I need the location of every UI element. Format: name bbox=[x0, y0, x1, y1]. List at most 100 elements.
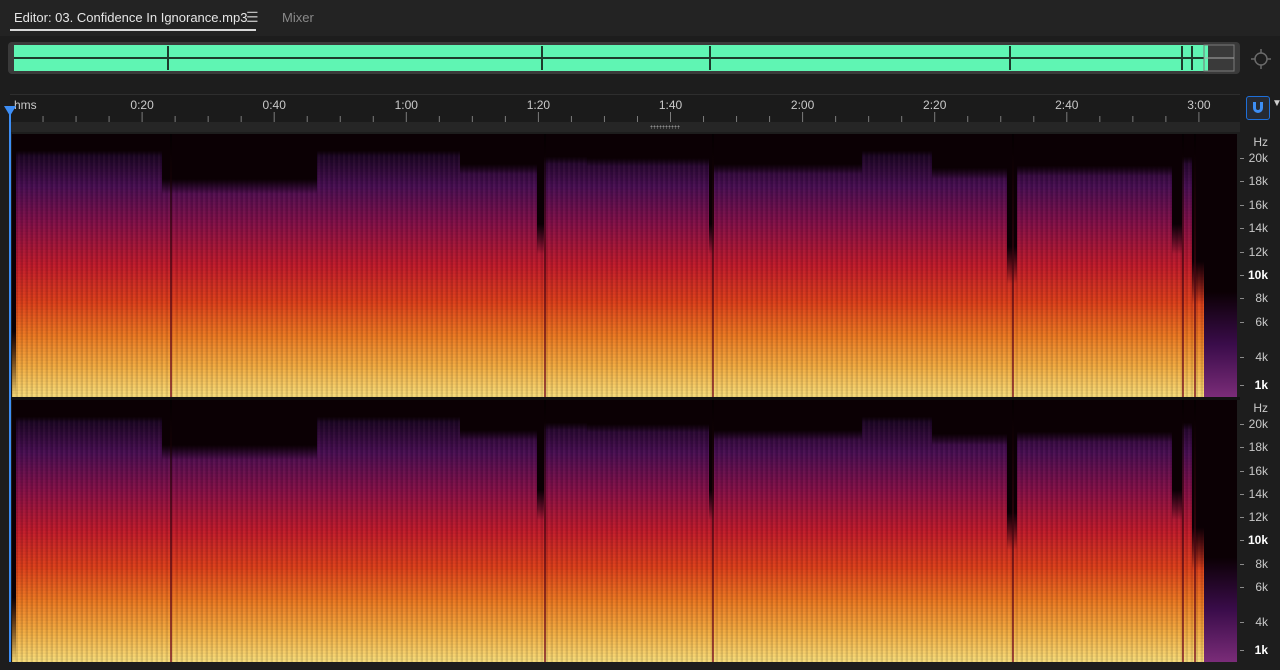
ruler-time-label: 2:20 bbox=[923, 98, 947, 112]
frequency-label: 6k bbox=[1255, 314, 1268, 329]
panel-splitter[interactable] bbox=[10, 122, 1240, 132]
ruler-time-label: 1:20 bbox=[527, 98, 551, 112]
spectrogram-channel-left[interactable] bbox=[12, 134, 1237, 397]
frequency-tick bbox=[1240, 251, 1244, 253]
spectrogram-transient-line bbox=[712, 400, 714, 662]
ruler-time-label: 2:00 bbox=[791, 98, 815, 112]
active-tab-underline bbox=[10, 29, 256, 31]
playhead-line[interactable] bbox=[9, 108, 11, 664]
frequency-label: 8k bbox=[1255, 291, 1268, 306]
frequency-label: 18k bbox=[1248, 174, 1268, 189]
frequency-tick bbox=[1240, 517, 1244, 518]
spectrogram-transient-line bbox=[1012, 400, 1014, 662]
spectrogram-silence-band bbox=[537, 134, 544, 254]
spectrogram-silence-band bbox=[317, 134, 395, 156]
spectrogram-silence-band bbox=[12, 400, 16, 662]
spectrogram-silence-band bbox=[932, 134, 1007, 179]
frequency-tick bbox=[1240, 385, 1244, 386]
spectrogram-transient-line bbox=[712, 134, 714, 397]
ruler-time-label: 0:20 bbox=[130, 98, 154, 112]
frequency-label: 20k bbox=[1248, 151, 1268, 165]
spectrogram-fade-out bbox=[1204, 400, 1237, 662]
frequency-label: 16k bbox=[1248, 463, 1268, 478]
spectrogram-silence-band bbox=[460, 134, 537, 174]
frequency-tick bbox=[1240, 158, 1244, 159]
frequency-axis-right: Hz 20k 18k 16k 14k 12k 10k 8k 6k 4k 1k bbox=[1240, 400, 1280, 662]
tab-mixer[interactable]: Mixer bbox=[282, 10, 314, 25]
frequency-label: 16k bbox=[1248, 197, 1268, 212]
frequency-tick bbox=[1240, 228, 1244, 230]
frequency-tick bbox=[1240, 447, 1244, 449]
frequency-label: 8k bbox=[1255, 556, 1268, 571]
spectrogram-silence-band bbox=[544, 134, 587, 164]
spectrogram-silence-band bbox=[1172, 400, 1182, 520]
spectrogram-silence-band bbox=[1017, 134, 1172, 176]
spectrogram-silence-band bbox=[862, 400, 932, 422]
frequency-label: 10k bbox=[1247, 533, 1268, 548]
frequency-label: 12k bbox=[1248, 244, 1268, 259]
splitter-grip-handle[interactable] bbox=[650, 125, 680, 129]
frequency-unit-label: Hz bbox=[1253, 401, 1268, 415]
frequency-tick bbox=[1240, 181, 1244, 183]
panel-scroll-indicator[interactable]: ▼ bbox=[1272, 98, 1280, 109]
spectrogram-transient-line bbox=[1182, 134, 1184, 397]
frequency-tick bbox=[1240, 470, 1244, 472]
spectrogram-transient-line bbox=[1194, 400, 1196, 662]
zoom-crosshair-icon[interactable] bbox=[1250, 48, 1272, 70]
tab-editor[interactable]: Editor: 03. Confidence In Ignorance.mp3 bbox=[14, 10, 247, 25]
ruler-time-label: 1:40 bbox=[659, 98, 683, 112]
spectrogram-silence-band bbox=[932, 400, 1007, 445]
frequency-label: 1k bbox=[1254, 643, 1268, 657]
time-ruler-scale: hms 0:20 0:40 1:00 1:20 1:40 2:00 2:20 2:40 3:00 bbox=[10, 98, 1211, 122]
frequency-tick bbox=[1240, 621, 1244, 623]
frequency-tick bbox=[1240, 298, 1244, 300]
spectrogram-silence-band bbox=[317, 400, 395, 422]
frequency-unit-label: Hz bbox=[1253, 135, 1268, 149]
ruler-time-label: 3:00 bbox=[1187, 98, 1211, 112]
frequency-tick bbox=[1240, 356, 1244, 358]
overview-waveform[interactable] bbox=[10, 44, 1238, 72]
spectrogram-transient-line bbox=[1194, 134, 1196, 397]
frequency-tick bbox=[1240, 204, 1244, 206]
frequency-tick bbox=[1240, 274, 1244, 276]
frequency-label: 14k bbox=[1248, 221, 1268, 236]
spectrogram-silence-band bbox=[537, 400, 544, 520]
spectrogram-transient-line bbox=[1012, 134, 1014, 397]
spectrogram-silence-band bbox=[587, 134, 709, 166]
frequency-label: 4k bbox=[1255, 349, 1268, 364]
spectrogram-silence-band bbox=[714, 400, 862, 440]
bottom-edge bbox=[0, 662, 1280, 670]
frequency-tick bbox=[1240, 586, 1244, 588]
frequency-label: 6k bbox=[1255, 579, 1268, 594]
frequency-label: 4k bbox=[1255, 614, 1268, 629]
spectrogram-silence-band bbox=[1017, 400, 1172, 442]
frequency-label: 14k bbox=[1248, 486, 1268, 501]
spectrogram-silence-band bbox=[12, 134, 16, 397]
spectrogram-silence-band bbox=[544, 400, 587, 430]
spectrogram-silence-band bbox=[16, 400, 162, 422]
frequency-tick bbox=[1240, 650, 1244, 651]
frequency-label: 10k bbox=[1247, 267, 1268, 282]
spectrogram-channel-right[interactable] bbox=[12, 400, 1237, 662]
frequency-tick bbox=[1240, 493, 1244, 495]
spectrogram-transient-line bbox=[544, 400, 546, 662]
spectrogram-fade-out bbox=[1204, 134, 1237, 397]
spectrogram-transient-line bbox=[1182, 400, 1184, 662]
frequency-label: 1k bbox=[1254, 378, 1268, 392]
frequency-tick bbox=[1240, 563, 1244, 565]
frequency-tick bbox=[1240, 540, 1244, 542]
spectrogram-silence-band bbox=[395, 134, 460, 156]
frequency-axis-left: Hz 20k 18k 16k 14k 12k 10k 8k 6k 4k 1k bbox=[1240, 134, 1280, 397]
magnet-snap-icon[interactable] bbox=[1246, 96, 1270, 120]
ruler-unit-label: hms bbox=[14, 98, 37, 112]
spectrogram-silence-band bbox=[172, 400, 317, 460]
ruler-ticks bbox=[10, 112, 1200, 122]
hamburger-menu-icon[interactable]: ☰ bbox=[246, 9, 259, 26]
ruler-time-label: 2:40 bbox=[1055, 98, 1079, 112]
ruler-time-label: 0:40 bbox=[263, 98, 287, 112]
frequency-tick bbox=[1240, 321, 1244, 323]
spectrogram-silence-band bbox=[460, 400, 537, 440]
spectrogram-silence-band bbox=[395, 400, 460, 422]
spectrogram-silence-band bbox=[862, 134, 932, 156]
spectrogram-transient-line bbox=[170, 400, 172, 662]
